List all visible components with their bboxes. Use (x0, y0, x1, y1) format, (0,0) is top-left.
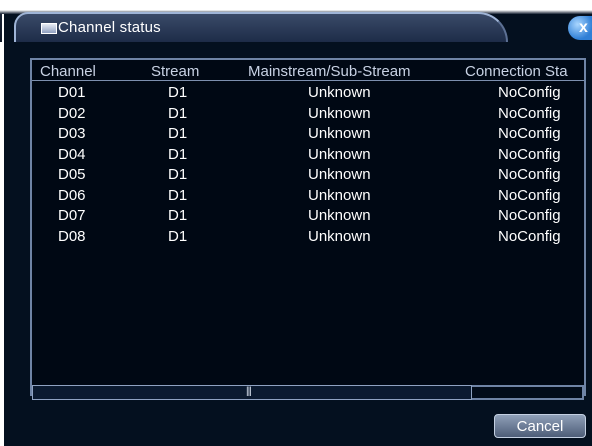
header-divider (32, 80, 584, 81)
cell-channel: D05 (58, 166, 86, 183)
cell-connection-status: NoConfig (498, 207, 561, 224)
close-button[interactable]: x (568, 16, 592, 40)
cell-connection-status: NoConfig (498, 166, 561, 183)
cell-connection-status: NoConfig (498, 125, 561, 142)
cell-channel: D03 (58, 125, 86, 142)
cell-mainstream: Unknown (308, 227, 371, 245)
window-icon (41, 23, 57, 34)
cell-stream: D1 (168, 104, 188, 122)
cell-stream: D1 (168, 207, 188, 224)
cell-stream: D1 (168, 227, 188, 245)
cell-mainstream: Unknown (308, 84, 371, 101)
col-header-channel[interactable]: Channel (40, 63, 96, 80)
scrollbar-thumb[interactable]: ||| (246, 385, 254, 398)
cell-connection-status: NoConfig (498, 104, 561, 122)
cell-stream: D1 (168, 145, 188, 163)
cell-mainstream: Unknown (308, 186, 371, 204)
cell-channel: D04 (58, 145, 86, 163)
close-icon: x (579, 19, 588, 36)
cell-stream: D1 (168, 166, 188, 183)
col-header-connection-status[interactable]: Connection Sta (465, 63, 568, 80)
cell-mainstream: Unknown (308, 207, 371, 224)
cell-channel: D02 (58, 104, 86, 122)
col-header-stream[interactable]: Stream (151, 63, 199, 80)
cell-connection-status: NoConfig (498, 145, 561, 163)
cell-channel: D08 (58, 227, 86, 245)
cell-stream: D1 (168, 186, 188, 204)
col-header-mainstream-substream[interactable]: Mainstream/Sub-Stream (248, 63, 411, 80)
cell-connection-status: NoConfig (498, 227, 561, 245)
cell-channel: D06 (58, 186, 86, 204)
cell-mainstream: Unknown (308, 125, 371, 142)
cell-mainstream: Unknown (308, 145, 371, 163)
cell-channel: D07 (58, 207, 86, 224)
cancel-button[interactable]: Cancel (494, 414, 586, 438)
cell-connection-status: NoConfig (498, 186, 561, 204)
cell-channel: D01 (58, 84, 86, 101)
cell-mainstream: Unknown (308, 166, 371, 183)
cell-mainstream: Unknown (308, 104, 371, 122)
cell-connection-status: NoConfig (498, 84, 561, 101)
cell-stream: D1 (168, 84, 188, 101)
cell-stream: D1 (168, 125, 188, 142)
dialog-title: Channel status (58, 19, 161, 36)
